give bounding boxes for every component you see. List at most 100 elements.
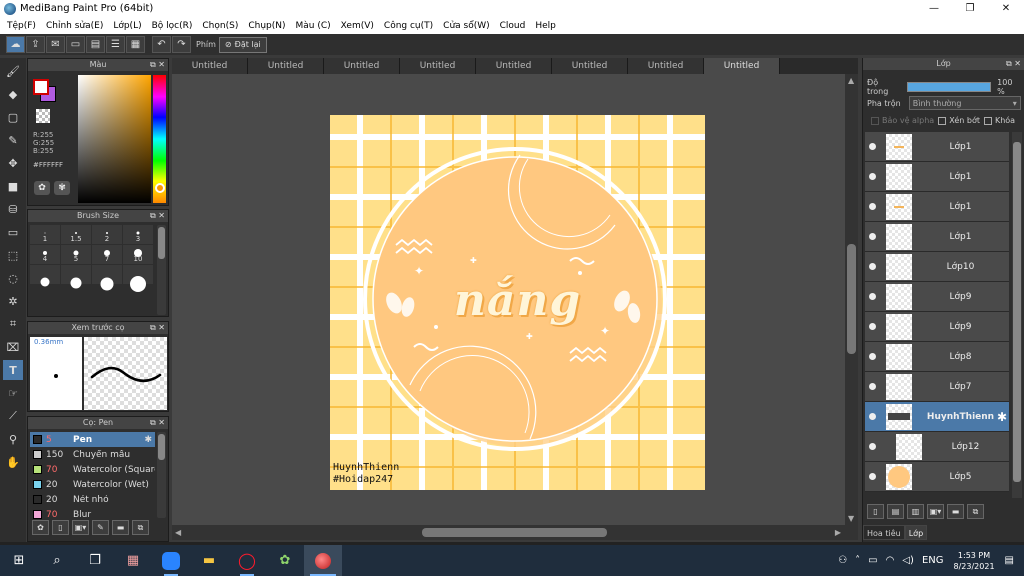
battery-icon[interactable]: ▭ (868, 555, 877, 566)
text-tool-icon[interactable]: T (3, 360, 23, 380)
pen-line-tool-icon[interactable]: ✎ (3, 130, 23, 150)
tab-untitled[interactable]: Untitled (628, 58, 704, 74)
volume-icon[interactable]: ◁) (902, 555, 914, 566)
layer-row[interactable]: Lớp9 (865, 312, 1009, 342)
gear-icon[interactable]: ✱ (997, 410, 1007, 424)
chevron-up-icon[interactable]: ˄ (855, 555, 860, 566)
visibility-eye-icon[interactable] (869, 353, 876, 360)
duplicate-layer-icon[interactable]: ⧉ (967, 504, 984, 519)
eraser-tool-icon[interactable]: ◆ (3, 84, 23, 104)
bucket-tool-icon[interactable]: ⛁ (3, 199, 23, 219)
select-rect-tool-icon[interactable]: ⬚ (3, 245, 23, 265)
clip-checkbox[interactable] (938, 116, 947, 125)
new-brush-icon[interactable]: ▯ (52, 520, 69, 535)
visibility-eye-icon[interactable] (869, 443, 876, 450)
menu-snap[interactable]: Chụp(N) (245, 21, 292, 31)
visibility-eye-icon[interactable] (869, 263, 876, 270)
brush-size-cell[interactable]: 4 (30, 245, 60, 264)
palette-icon[interactable]: ✿ (34, 181, 50, 195)
folder-icon[interactable]: ▬ (947, 504, 964, 519)
edit-brush-icon[interactable]: ✎ (92, 520, 109, 535)
menu-file[interactable]: Tệp(F) (4, 21, 43, 31)
people-icon[interactable]: ⚇ (838, 555, 847, 566)
visibility-eye-icon[interactable] (869, 413, 876, 420)
layer-row[interactable]: Lớp1 (865, 222, 1009, 252)
panel-close-icon[interactable]: ⧉ ✕ (150, 322, 165, 334)
maximize-button[interactable]: ❐ (952, 0, 988, 17)
windows-start-icon[interactable]: ⊞ (0, 545, 38, 576)
canvas-horizontal-scrollbar[interactable]: ◀ ▶ (172, 525, 858, 540)
canvas-vertical-scrollbar[interactable]: ▲ ▼ (845, 74, 858, 525)
document-icon[interactable]: ▤ (86, 36, 105, 53)
add-brush-icon[interactable]: ▣▾ (72, 520, 89, 535)
canvas-area[interactable]: ✦ ✦ ✚ ✚ nắng HuynhThienn #Hoidap247 (172, 74, 845, 525)
saturation-value-picker[interactable] (78, 75, 151, 203)
layer-row[interactable]: Lớp1 (865, 132, 1009, 162)
medibang-icon[interactable] (304, 545, 342, 576)
cloud-icon[interactable]: ☁ (6, 36, 25, 53)
tab-navigator[interactable]: Hoa tiêu (863, 525, 905, 540)
notification-icon[interactable]: ▤ (1005, 555, 1014, 566)
share-icon[interactable]: ⇪ (26, 36, 45, 53)
duplicate-icon[interactable]: ⧉ (132, 520, 149, 535)
brush-list-item[interactable]: 150 Chuyển mầu (30, 447, 155, 462)
select-eraser-tool-icon[interactable]: ⌧ (3, 337, 23, 357)
visibility-eye-icon[interactable] (869, 203, 876, 210)
redo-icon[interactable]: ↷ (172, 36, 191, 53)
menu-select[interactable]: Chọn(S) (199, 21, 245, 31)
task-view-icon[interactable]: ❐ (76, 545, 114, 576)
protect-alpha-checkbox[interactable] (871, 116, 879, 125)
brush-tool-icon[interactable]: 🖌 (3, 61, 23, 81)
minimize-button[interactable]: — (916, 0, 952, 17)
visibility-eye-icon[interactable] (869, 233, 876, 240)
layer-row[interactable]: Lớp8 (865, 342, 1009, 372)
layer-row[interactable]: Lớp1 (865, 162, 1009, 192)
brush-size-cell[interactable] (61, 265, 91, 289)
folder-icon[interactable]: ▬ (112, 520, 129, 535)
move-tool-icon[interactable]: ✥ (3, 153, 23, 173)
layer-row[interactable]: Lớp5 (865, 462, 1009, 492)
foreground-color-swatch[interactable] (33, 79, 49, 95)
menu-filter[interactable]: Bộ lọc(R) (149, 21, 200, 31)
new-8bit-layer-icon[interactable]: ▥ (907, 504, 924, 519)
opacity-slider[interactable] (907, 82, 992, 92)
add-layer-menu-icon[interactable]: ▣▾ (927, 504, 944, 519)
panel-close-icon[interactable]: ⧉ ✕ (150, 59, 165, 71)
clock[interactable]: 1:53 PM 8/23/2021 (954, 550, 995, 572)
brush-list-scrollbar[interactable] (157, 432, 166, 518)
tab-untitled[interactable]: Untitled (476, 58, 552, 74)
menu-view[interactable]: Xem(V) (338, 21, 381, 31)
layer-row[interactable]: Lớp7 (865, 372, 1009, 402)
layer-row[interactable]: Lớp1 (865, 192, 1009, 222)
brush-list-item[interactable]: 20 Nét nhỏ (30, 492, 155, 507)
divide-tool-icon[interactable]: ⟋ (3, 406, 23, 426)
tab-untitled[interactable]: Untitled (248, 58, 324, 74)
brush-size-cell[interactable]: 10 (123, 245, 153, 264)
list-icon[interactable]: ☰ (106, 36, 125, 53)
undo-icon[interactable]: ↶ (152, 36, 171, 53)
lasso-tool-icon[interactable]: ◌ (3, 268, 23, 288)
brush-size-cell[interactable] (92, 265, 122, 291)
hand-tool-icon[interactable]: ✋ (3, 452, 23, 472)
operation-tool-icon[interactable]: ☞ (3, 383, 23, 403)
tab-untitled[interactable]: Untitled (172, 58, 248, 74)
layer-row-selected[interactable]: HuynhThienn ✱ (865, 402, 1009, 432)
comment-icon[interactable]: ✉ (46, 36, 65, 53)
menu-help[interactable]: Help (532, 21, 563, 31)
artwork[interactable]: ✦ ✦ ✚ ✚ nắng HuynhThienn #Hoidap247 (330, 115, 705, 490)
layer-row[interactable]: Lớp9 (865, 282, 1009, 312)
menu-cloud[interactable]: Cloud (497, 21, 533, 31)
brush-size-cell[interactable]: 1 (30, 225, 60, 244)
search-icon[interactable]: ⌕ (38, 545, 76, 576)
grid-icon[interactable]: ▦ (126, 36, 145, 53)
brush-size-cell[interactable]: 2 (92, 225, 122, 244)
zalo-icon[interactable] (152, 545, 190, 576)
layer-list-scrollbar[interactable] (1012, 132, 1022, 498)
fill-rect-tool-icon[interactable]: ■ (3, 176, 23, 196)
menu-window[interactable]: Cửa sổ(W) (440, 21, 496, 31)
blend-mode-select[interactable]: Bình thường ▾ (908, 96, 1021, 110)
visibility-eye-icon[interactable] (869, 473, 876, 480)
color-settings-icon[interactable]: ✾ (54, 181, 70, 195)
file-explorer-icon[interactable]: ▬ (190, 545, 228, 576)
opera-icon[interactable]: ◯ (228, 545, 266, 576)
